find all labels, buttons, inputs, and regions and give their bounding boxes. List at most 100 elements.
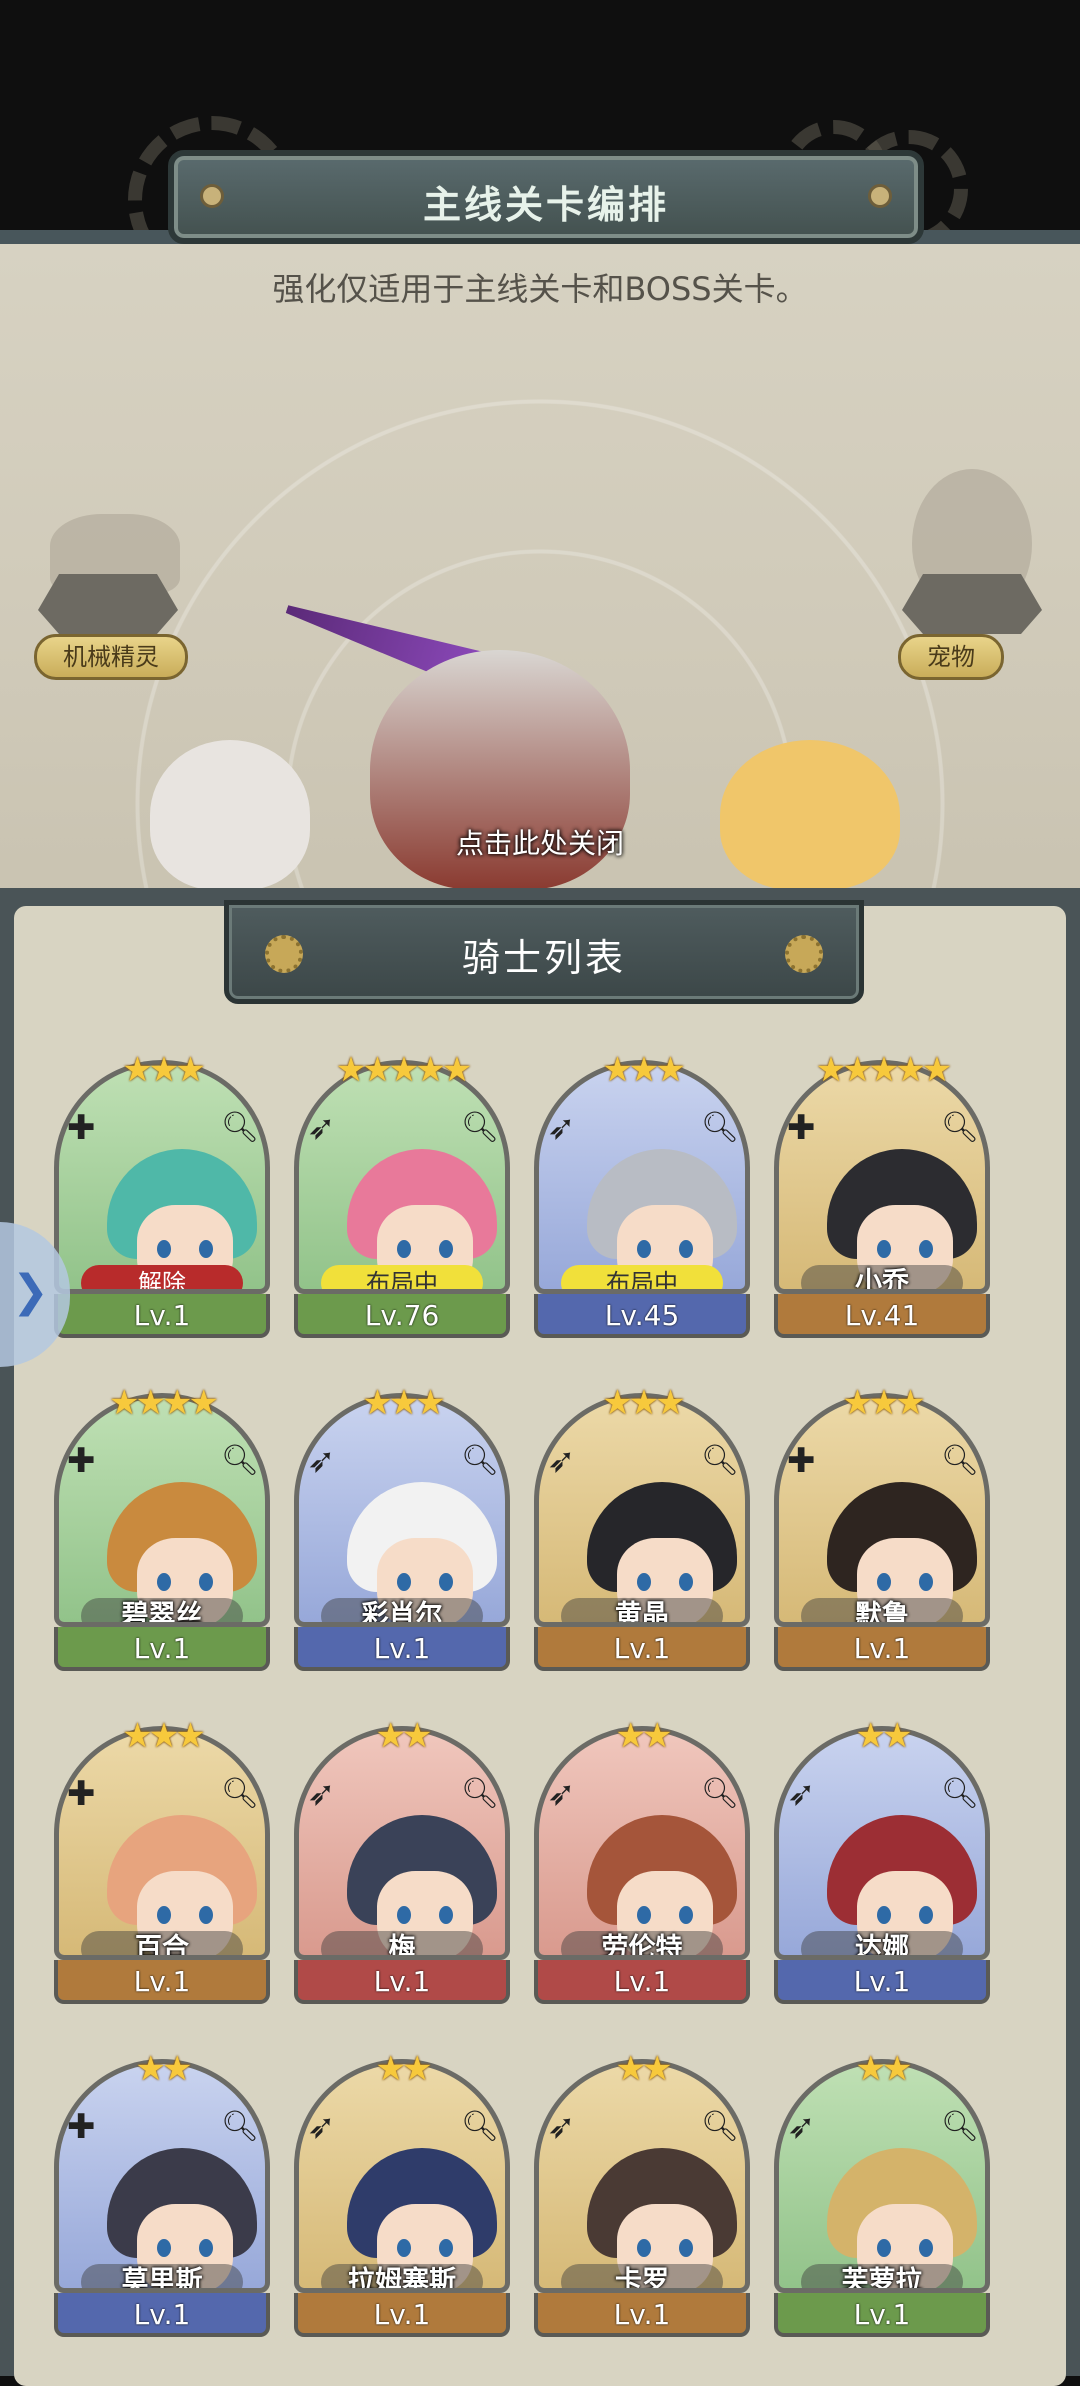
star-rating: ★★ xyxy=(375,1716,433,1756)
pet-label[interactable]: 宠物 xyxy=(898,634,1004,680)
bow-icon[interactable]: ➶ xyxy=(307,2110,343,2146)
knight-eye xyxy=(199,1573,213,1591)
bow-icon[interactable]: ➶ xyxy=(787,1777,823,1813)
card-frame: ✚ 🔍︎ 百合 xyxy=(54,1726,270,1960)
pet-pedestal[interactable] xyxy=(902,574,1042,634)
knight-level: Lv.1 xyxy=(534,1960,750,2004)
search-icon[interactable]: 🔍︎ xyxy=(701,1111,739,1145)
page-title: 主线关卡编排 xyxy=(422,183,669,227)
add-icon[interactable]: ✚ xyxy=(67,1777,103,1813)
knight-list-title: 骑士列表 xyxy=(461,936,626,980)
star-rating: ★★★★★ xyxy=(335,1050,472,1090)
knight-level: Lv.1 xyxy=(294,1627,510,1671)
knight-card[interactable]: ✚ 🔍︎ 解除 ★★★ Lv.1 xyxy=(54,1050,270,1338)
knight-left[interactable] xyxy=(150,740,310,890)
knight-eye xyxy=(397,1573,411,1591)
add-icon[interactable]: ✚ xyxy=(787,1111,823,1147)
knight-card[interactable]: ➶ 🔍︎ 彩肖尔 ★★★ Lv.1 xyxy=(294,1383,510,1671)
card-frame: ✚ 🔍︎ 碧翠丝 xyxy=(54,1393,270,1627)
status-badge: 布局中 xyxy=(321,1265,483,1289)
star-rating: ★★ xyxy=(375,2049,433,2089)
knight-card[interactable]: ✚ 🔍︎ 莫里斯 ★★ Lv.1 xyxy=(54,2049,270,2337)
knight-card[interactable]: ➶ 🔍︎ 劳伦特 ★★ Lv.1 xyxy=(534,1716,750,2004)
knight-eye xyxy=(679,1573,693,1591)
add-icon[interactable]: ✚ xyxy=(67,2110,103,2146)
bow-icon[interactable]: ➶ xyxy=(787,2110,823,2146)
knight-card[interactable]: ➶ 🔍︎ 梅 ★★ Lv.1 xyxy=(294,1716,510,2004)
knight-card[interactable]: ➶ 🔍︎ 达娜 ★★ Lv.1 xyxy=(774,1716,990,2004)
star-rating: ★★ xyxy=(855,1716,913,1756)
knight-right[interactable] xyxy=(720,740,900,890)
knight-eye xyxy=(877,2239,891,2257)
knight-card[interactable]: ➶ 🔍︎ 布局中 ★★★ Lv.45 xyxy=(534,1050,750,1338)
card-frame: ➶ 🔍︎ 布局中 xyxy=(534,1060,750,1294)
knight-card[interactable]: ➶ 🔍︎ 布局中 ★★★★★ Lv.76 xyxy=(294,1050,510,1338)
card-frame: ✚ 🔍︎ 默鲁 xyxy=(774,1393,990,1627)
knight-eye xyxy=(439,2239,453,2257)
search-icon[interactable]: 🔍︎ xyxy=(701,1444,739,1478)
bow-icon[interactable]: ➶ xyxy=(307,1777,343,1813)
search-icon[interactable]: 🔍︎ xyxy=(221,2110,259,2144)
status-badge: 布局中 xyxy=(561,1265,723,1289)
search-icon[interactable]: 🔍︎ xyxy=(941,1777,979,1811)
star-rating: ★★★ xyxy=(602,1050,685,1090)
bow-icon[interactable]: ➶ xyxy=(547,2110,583,2146)
search-icon[interactable]: 🔍︎ xyxy=(941,2110,979,2144)
knight-eye xyxy=(157,1906,171,1924)
add-icon[interactable]: ✚ xyxy=(787,1444,823,1480)
knight-name: 梅 xyxy=(321,1931,483,1955)
search-icon[interactable]: 🔍︎ xyxy=(941,1444,979,1478)
bow-icon[interactable]: ➶ xyxy=(547,1777,583,1813)
knight-card[interactable]: ✚ 🔍︎ 百合 ★★★ Lv.1 xyxy=(54,1716,270,2004)
bow-icon[interactable]: ➶ xyxy=(307,1111,343,1147)
search-icon[interactable]: 🔍︎ xyxy=(461,1777,499,1811)
knight-level: Lv.1 xyxy=(774,1960,990,2004)
mech-spirit-label[interactable]: 机械精灵 xyxy=(34,634,188,680)
knight-eye xyxy=(919,2239,933,2257)
knight-eye xyxy=(679,1240,693,1258)
knight-card[interactable]: ✚ 🔍︎ 碧翠丝 ★★★★ Lv.1 xyxy=(54,1383,270,1671)
search-icon[interactable]: 🔍︎ xyxy=(461,1111,499,1145)
knight-eye xyxy=(637,1573,651,1591)
knight-card[interactable]: ✚ 🔍︎ 小乔 ★★★★★ Lv.41 xyxy=(774,1050,990,1338)
knight-eye xyxy=(679,2239,693,2257)
search-icon[interactable]: 🔍︎ xyxy=(941,1111,979,1145)
star-rating: ★★★ xyxy=(122,1050,205,1090)
search-icon[interactable]: 🔍︎ xyxy=(461,1444,499,1478)
card-frame: ➶ 🔍︎ 梅 xyxy=(294,1726,510,1960)
knight-level: Lv.1 xyxy=(54,1627,270,1671)
add-icon[interactable]: ✚ xyxy=(67,1111,103,1147)
star-rating: ★★★ xyxy=(362,1383,445,1423)
search-icon[interactable]: 🔍︎ xyxy=(221,1111,259,1145)
knight-level: Lv.1 xyxy=(54,2293,270,2337)
knight-card[interactable]: ➶ 🔍︎ 黄晶 ★★★ Lv.1 xyxy=(534,1383,750,1671)
knight-card[interactable]: ➶ 🔍︎ 拉姆塞斯 ★★ Lv.1 xyxy=(294,2049,510,2337)
knight-level: Lv.1 xyxy=(294,2293,510,2337)
search-icon[interactable]: 🔍︎ xyxy=(221,1444,259,1478)
knight-card[interactable]: ➶ 🔍︎ 芙萝拉 ★★ Lv.1 xyxy=(774,2049,990,2337)
notice-text: 强化仅适用于主线关卡和BOSS关卡。 xyxy=(272,270,808,308)
knight-name: 碧翠丝 xyxy=(81,1598,243,1622)
knight-eye xyxy=(637,2239,651,2257)
mech-spirit-pedestal[interactable] xyxy=(38,574,178,634)
bow-icon[interactable]: ➶ xyxy=(547,1444,583,1480)
knight-card[interactable]: ➶ 🔍︎ 卡罗 ★★ Lv.1 xyxy=(534,2049,750,2337)
search-icon[interactable]: 🔍︎ xyxy=(461,2110,499,2144)
bow-icon[interactable]: ➶ xyxy=(307,1444,343,1480)
knight-level: Lv.1 xyxy=(534,2293,750,2337)
knight-eye xyxy=(157,1573,171,1591)
knight-card[interactable]: ✚ 🔍︎ 默鲁 ★★★ Lv.1 xyxy=(774,1383,990,1671)
status-badge[interactable]: 解除 xyxy=(81,1265,243,1289)
knight-level: Lv.1 xyxy=(774,1627,990,1671)
search-icon[interactable]: 🔍︎ xyxy=(701,2110,739,2144)
close-hint[interactable]: 点击此处关闭 xyxy=(0,822,1080,862)
bow-icon[interactable]: ➶ xyxy=(547,1111,583,1147)
add-icon[interactable]: ✚ xyxy=(67,1444,103,1480)
knight-eye xyxy=(919,1573,933,1591)
knight-eye xyxy=(637,1906,651,1924)
knight-name: 小乔 xyxy=(801,1265,963,1289)
search-icon[interactable]: 🔍︎ xyxy=(221,1777,259,1811)
knight-eye xyxy=(397,2239,411,2257)
knight-eye xyxy=(679,1906,693,1924)
search-icon[interactable]: 🔍︎ xyxy=(701,1777,739,1811)
